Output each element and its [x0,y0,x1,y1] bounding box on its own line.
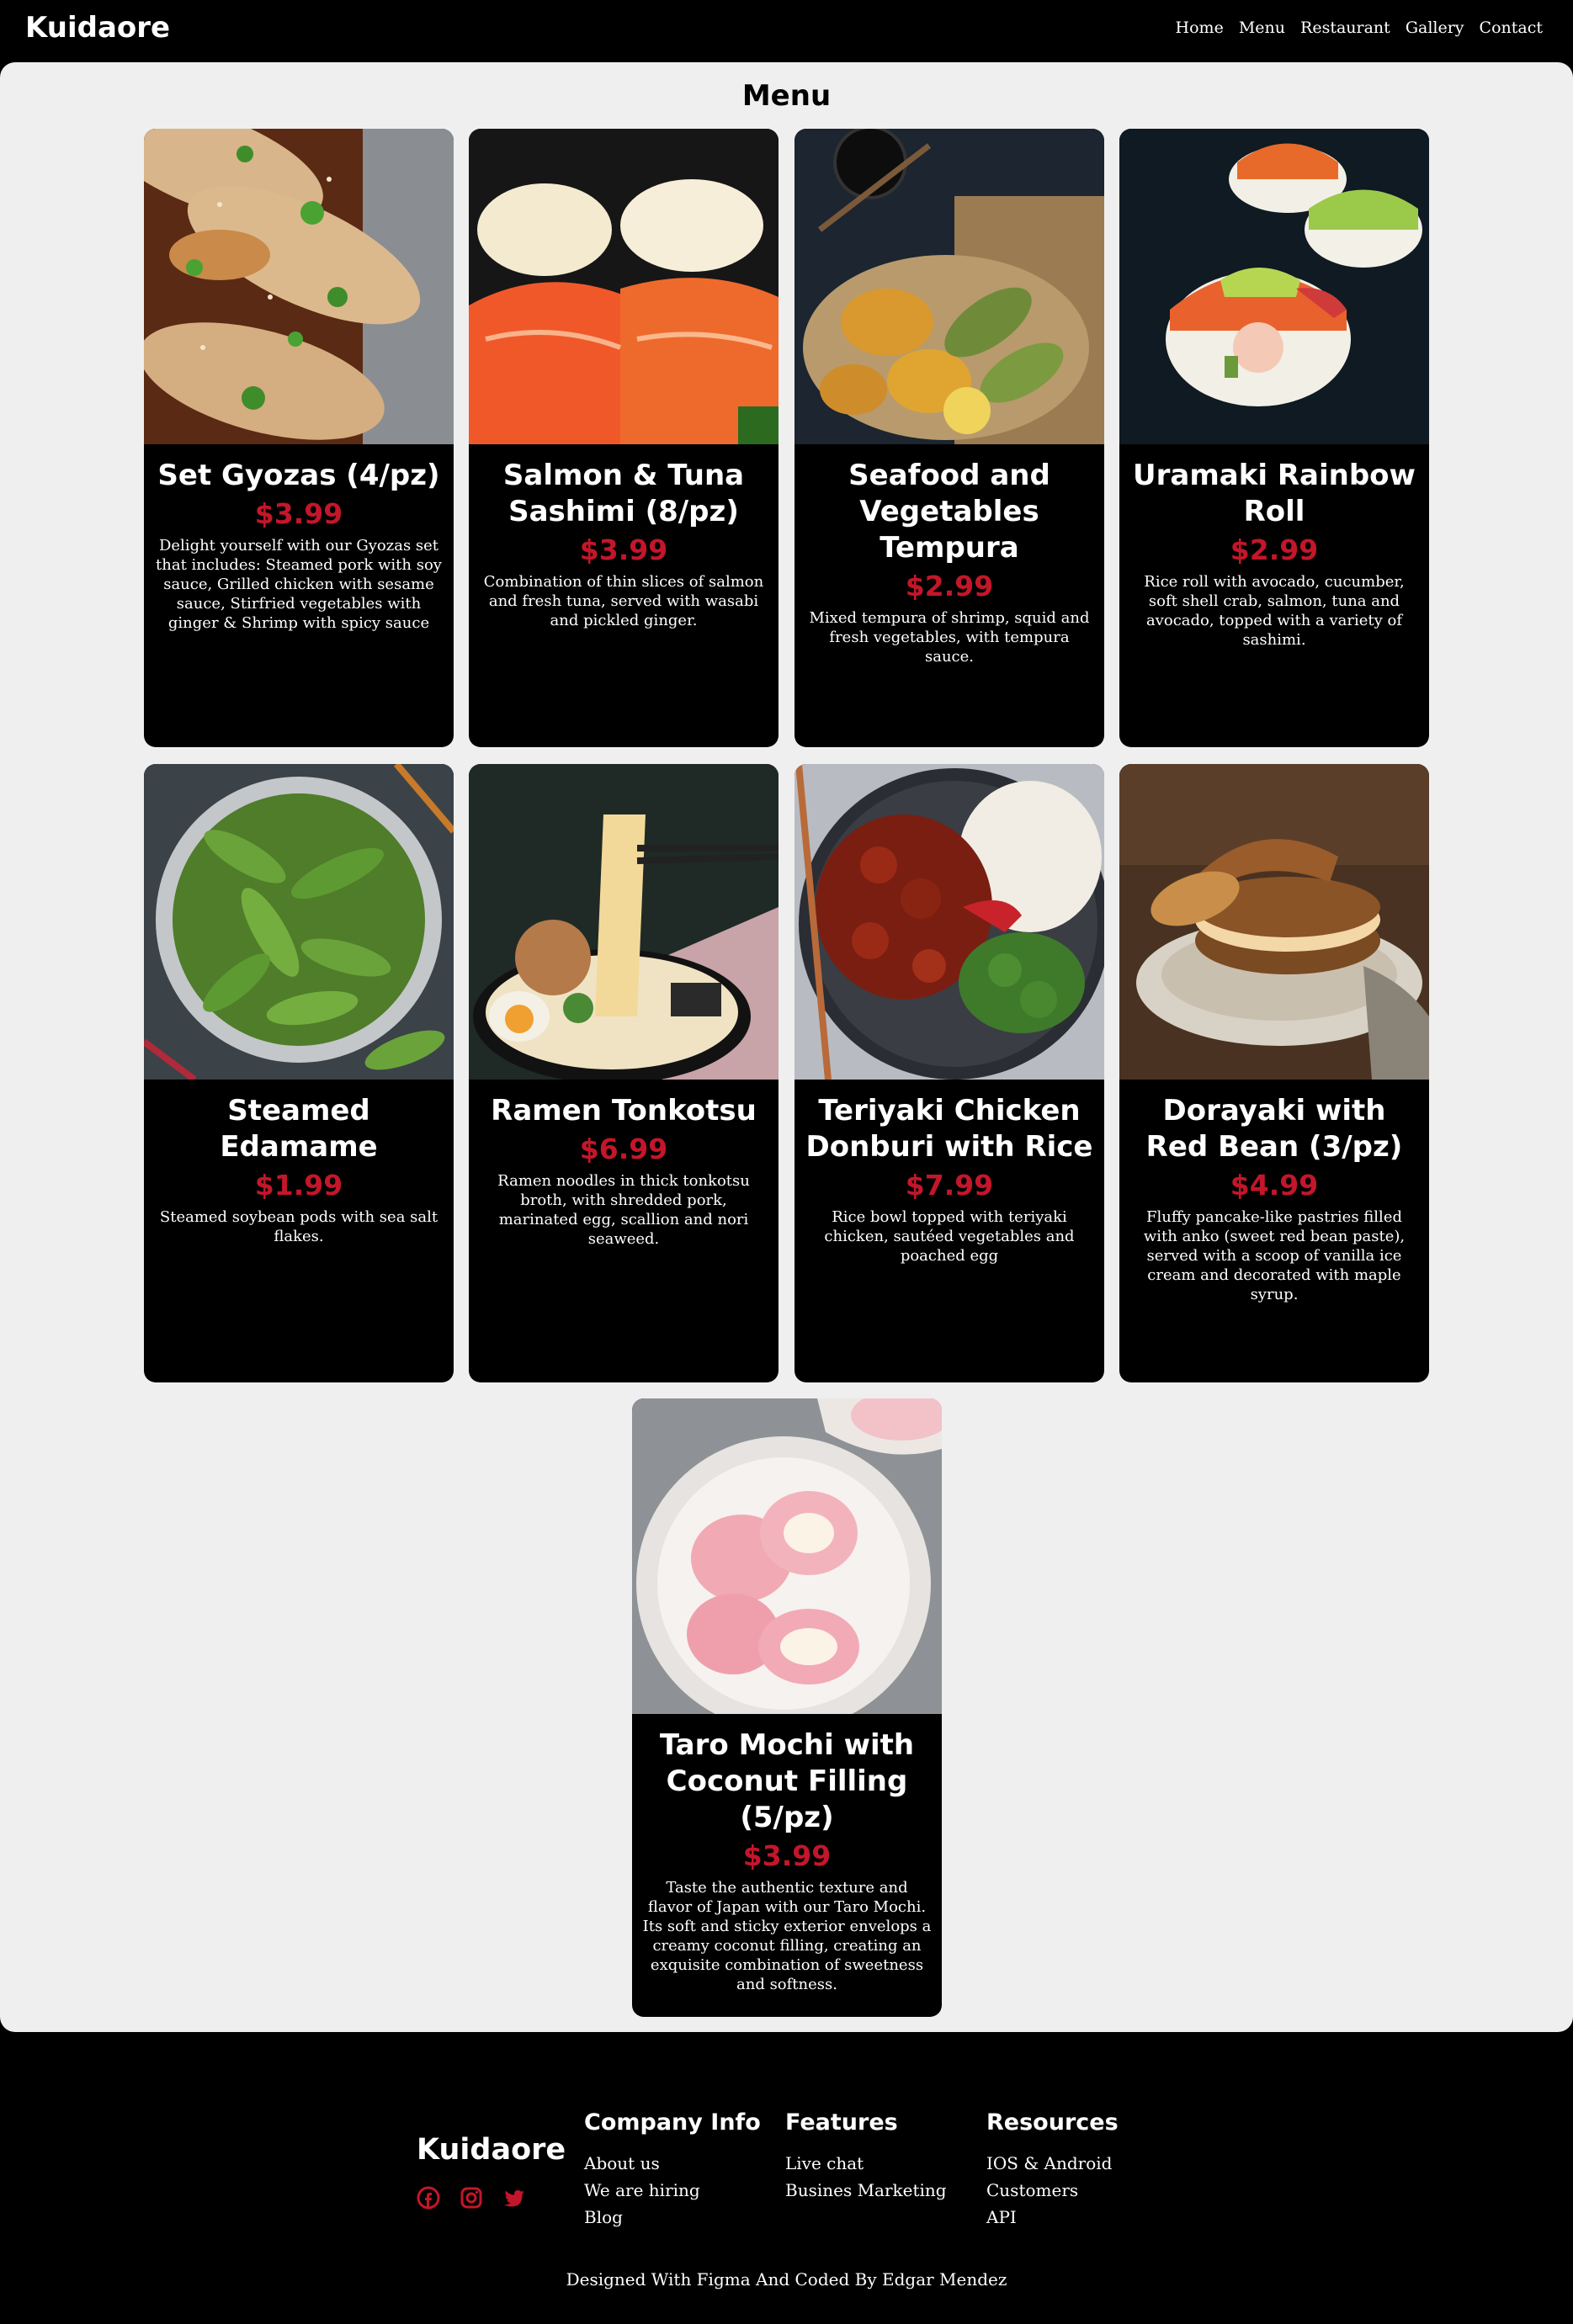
dish-name: Dorayaki with Red Bean (3/pz) [1145,1094,1403,1164]
site-logo[interactable]: Kuidaore [25,8,170,47]
footer-logo[interactable]: Kuidaore [417,2130,566,2169]
nav-restaurant[interactable]: Restaurant [1300,17,1390,39]
card-info: Taro Mochi with Coconut Filling (5/pz) $… [632,1714,942,1994]
card-info: Teriyaki Chicken Donburi with Rice $7.99… [794,1080,1104,1265]
footer-link-live-chat[interactable]: Live chat [785,2150,947,2177]
dish-price: $3.99 [742,1839,832,1872]
dish-price: $2.99 [1230,533,1319,566]
dish-description: Rice roll with avocado, cucumber, soft s… [1144,573,1405,649]
dish-price: $3.99 [254,497,343,530]
card-info: Dorayaki with Red Bean (3/pz) $4.99 Fluf… [1119,1080,1429,1304]
dish-name: Seafood and Vegetables Tempura [848,459,1050,565]
card-info: Ramen Tonkotsu $6.99 Ramen noodles in th… [469,1080,779,1249]
footer-link-hiring[interactable]: We are hiring [584,2177,761,2204]
donburi-photo [794,764,1104,1080]
dish-description: Steamed soybean pods with sea salt flake… [159,1208,438,1245]
dish-description: Ramen noodles in thick tonkotsu broth, w… [497,1172,750,1248]
menu-card[interactable]: Dorayaki with Red Bean (3/pz) $4.99 Fluf… [1119,764,1429,1382]
footer-link-ios-android[interactable]: IOS & Android [986,2150,1119,2177]
card-info: Salmon & Tuna Sashimi (8/pz) $3.99 Combi… [469,444,779,630]
dish-name: Steamed Edamame [220,1094,378,1164]
footer-link-about[interactable]: About us [584,2150,761,2177]
social-links [417,2186,526,2210]
dish-price: $7.99 [905,1169,994,1202]
mochi-photo [632,1398,942,1714]
footer-link-business-marketing[interactable]: Busines Marketing [785,2177,947,2204]
dish-name: Ramen Tonkotsu [491,1094,757,1128]
instagram-icon[interactable] [460,2186,483,2210]
menu-title: Menu [741,79,832,113]
footer-column-title: Company Info [584,2109,761,2136]
dish-name: Teriyaki Chicken Donburi with Rice [805,1094,1093,1164]
dish-price: $3.99 [579,533,668,566]
menu-card[interactable]: Uramaki Rainbow Roll $2.99 Rice roll wit… [1119,129,1429,747]
sashimi-photo [469,129,779,444]
footer-column-features: Features Live chat Busines Marketing [785,2108,947,2204]
footer-credit: Designed With Figma And Coded By Edgar M… [566,2269,1007,2290]
dish-price: $2.99 [905,570,994,602]
menu-card[interactable]: Seafood and Vegetables Tempura $2.99 Mix… [794,129,1104,747]
dish-name: Uramaki Rainbow Roll [1133,459,1416,528]
dish-name: Salmon & Tuna Sashimi (8/pz) [502,459,745,528]
card-info: Uramaki Rainbow Roll $2.99 Rice roll wit… [1119,444,1429,650]
dish-price: $6.99 [579,1133,668,1165]
menu-card[interactable]: Teriyaki Chicken Donburi with Rice $7.99… [794,764,1104,1382]
dish-name: Set Gyozas (4/pz) [157,459,440,492]
twitter-icon[interactable] [502,2186,526,2210]
footer-link-customers[interactable]: Customers [986,2177,1119,2204]
edamame-photo [144,764,454,1080]
nav-home[interactable]: Home [1176,17,1224,39]
nav-gallery[interactable]: Gallery [1406,17,1464,39]
site-header: Kuidaore Home Menu Restaurant Gallery Co… [0,0,1573,62]
facebook-icon[interactable] [417,2186,440,2210]
nav-contact[interactable]: Contact [1480,17,1543,39]
footer-column-resources: Resources IOS & Android Customers API [986,2108,1119,2231]
gyoza-photo [144,129,454,444]
menu-card[interactable]: Ramen Tonkotsu $6.99 Ramen noodles in th… [469,764,779,1382]
footer-column-title: Resources [986,2109,1119,2136]
dorayaki-photo [1119,764,1429,1080]
card-info: Set Gyozas (4/pz) $3.99 Delight yourself… [144,444,454,633]
menu-card[interactable]: Steamed Edamame $1.99 Steamed soybean po… [144,764,454,1382]
footer-link-api[interactable]: API [986,2204,1119,2231]
dish-description: Combination of thin slices of salmon and… [483,573,764,629]
dish-price: $4.99 [1230,1169,1319,1202]
footer-link-blog[interactable]: Blog [584,2204,761,2231]
tempura-photo [794,129,1104,444]
site-footer: Kuidaore Company Info About us We are hi… [0,2032,1573,2324]
uramaki-photo [1119,129,1429,444]
menu-section: Menu Set Gyozas (4/pz) $3.99 Delight you… [0,62,1573,2032]
dish-description: Rice bowl topped with teriyaki chicken, … [824,1208,1075,1265]
dish-name: Taro Mochi with Coconut Filling (5/pz) [659,1728,915,1834]
main-nav: Home Menu Restaurant Gallery Contact [1176,17,1543,39]
nav-menu[interactable]: Menu [1239,17,1285,39]
dish-description: Mixed tempura of shrimp, squid and fresh… [809,609,1090,666]
dish-description: Taste the authentic texture and flavor o… [642,1879,932,1993]
dish-description: Delight yourself with our Gyozas set tha… [156,537,442,632]
menu-card[interactable]: Set Gyozas (4/pz) $3.99 Delight yourself… [144,129,454,747]
ramen-photo [469,764,779,1080]
dish-description: Fluffy pancake-like pastries filled with… [1143,1208,1406,1303]
dish-price: $1.99 [254,1169,343,1202]
card-info: Steamed Edamame $1.99 Steamed soybean po… [144,1080,454,1246]
menu-card[interactable]: Taro Mochi with Coconut Filling (5/pz) $… [632,1398,942,2017]
card-info: Seafood and Vegetables Tempura $2.99 Mix… [794,444,1104,666]
footer-column-title: Features [785,2109,898,2136]
footer-column-company: Company Info About us We are hiring Blog [584,2108,761,2231]
menu-card[interactable]: Salmon & Tuna Sashimi (8/pz) $3.99 Combi… [469,129,779,747]
